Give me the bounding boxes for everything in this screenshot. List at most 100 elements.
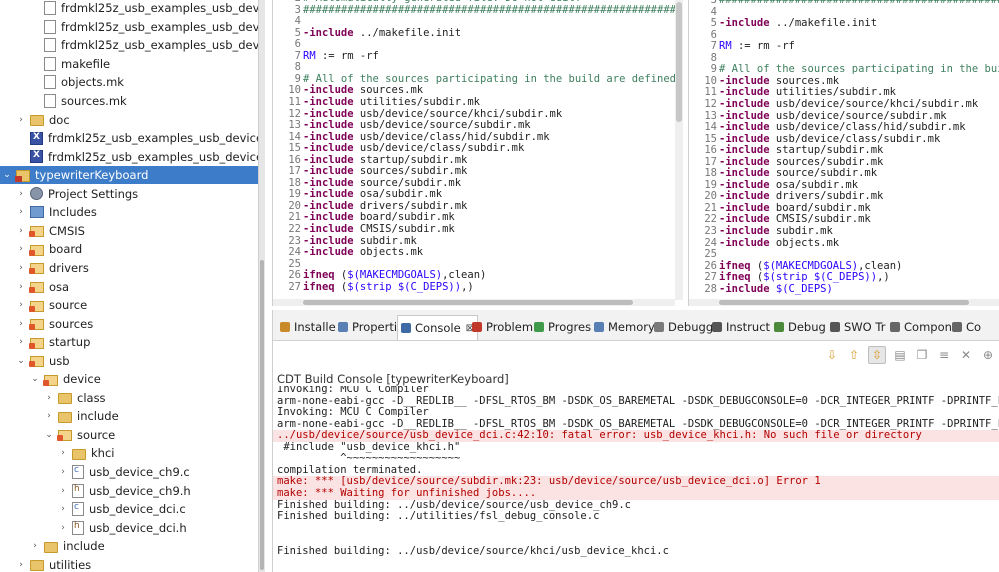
chevron-icon[interactable]: › — [58, 523, 68, 533]
tree-item[interactable]: › source — [0, 296, 258, 315]
tree-item[interactable]: ⌄ source — [0, 426, 258, 445]
tab-properti[interactable]: Properti — [335, 316, 400, 338]
editor-left-vertical-scrollbar[interactable] — [675, 0, 683, 300]
tree-item[interactable]: › sources — [0, 314, 258, 333]
tree-item[interactable]: › osa — [0, 277, 258, 296]
chevron-icon[interactable]: › — [16, 263, 26, 273]
chevron-icon[interactable]: › — [16, 226, 26, 236]
tree-item[interactable]: › doc — [0, 110, 258, 129]
clear-console-icon[interactable]: ▤ — [892, 347, 908, 363]
code-token: utilities/subdir.mk — [353, 95, 481, 108]
tree-item[interactable]: › usb_device_ch9.h — [0, 481, 258, 500]
tree-item[interactable]: frdmkl25z_usb_examples_usb_device_compo — [0, 129, 258, 148]
tab-installe[interactable]: Installe — [277, 316, 339, 338]
code-token: -include — [303, 211, 354, 224]
tree-item[interactable]: frdmkl25z_usb_examples_usb_device_compo — [0, 147, 258, 166]
code-token: -include — [719, 86, 770, 99]
chevron-icon[interactable]: › — [44, 411, 54, 421]
tree-item[interactable]: › class — [0, 389, 258, 408]
tree-item[interactable]: › utilities — [0, 556, 258, 572]
chevron-icon[interactable]: ⌄ — [16, 356, 26, 366]
chevron-icon[interactable]: ⌄ — [30, 374, 40, 384]
tree-scrollbar[interactable] — [258, 0, 265, 572]
tree-item[interactable]: ⌄ usb — [0, 351, 258, 370]
tree-item[interactable]: › Includes — [0, 203, 258, 222]
tree-item[interactable]: › startup — [0, 333, 258, 352]
chevron-icon[interactable]: › — [58, 504, 68, 514]
tree-item[interactable]: ⌄ typewriterKeyboard — [0, 165, 258, 185]
chevron-icon[interactable]: › — [16, 282, 26, 292]
tab-compon[interactable]: Compon — [887, 316, 955, 338]
tab-problem[interactable]: Problem — [469, 316, 536, 338]
pin-icon[interactable]: ⊕ — [980, 347, 996, 363]
tree-item[interactable]: › drivers — [0, 259, 258, 278]
tree-item[interactable]: objects.mk — [0, 73, 258, 92]
tree-item[interactable]: frdmkl25z_usb_examples_usb_device_com — [0, 0, 258, 18]
tree-item[interactable]: frdmkl25z_usb_examples_usb_device_com — [0, 18, 258, 37]
copy-icon[interactable]: ❐ — [914, 347, 930, 363]
chevron-icon[interactable]: › — [16, 319, 26, 329]
line-number: 14 — [704, 121, 717, 134]
word-wrap-icon[interactable]: ≡ — [936, 347, 952, 363]
code-line: 7 RM := rm -rf — [273, 50, 379, 63]
chevron-icon[interactable]: ⌄ — [44, 430, 54, 440]
code-line: 24 -include objects.mk — [273, 246, 423, 259]
tab-console[interactable]: Console ⊠ — [397, 315, 479, 340]
chevron-icon[interactable]: › — [58, 448, 68, 458]
scroll-up-icon[interactable]: ⇧ — [846, 347, 862, 363]
code-line: 27 ifneq ($(strip $(C_DEPS)),) — [273, 281, 473, 294]
chevron-icon[interactable]: › — [58, 467, 68, 477]
tree-scrollbar-thumb[interactable] — [260, 260, 264, 570]
code-token: osa/subdir.mk — [769, 178, 859, 191]
code-line: 25 — [689, 248, 719, 261]
editor-left-scroll-thumb[interactable] — [676, 2, 682, 122]
chevron-icon[interactable]: ⌄ — [2, 170, 12, 180]
editor-left-hscroll-thumb[interactable] — [303, 300, 633, 305]
tab-swo-tr[interactable]: SWO Tr — [827, 316, 888, 338]
chevron-icon[interactable]: › — [16, 115, 26, 125]
chevron-icon[interactable]: › — [16, 244, 26, 254]
tab-instruct[interactable]: Instruct — [709, 316, 773, 338]
chevron-icon[interactable]: › — [44, 393, 54, 403]
makefile-editor-right[interactable]: 3 #######################################… — [688, 0, 999, 306]
editor-right-horizontal-scrollbar[interactable] — [689, 299, 999, 306]
scroll-down-icon[interactable]: ⇩ — [824, 347, 840, 363]
remove-icon[interactable]: ✕ — [958, 347, 974, 363]
chevron-icon[interactable]: › — [58, 486, 68, 496]
tree-item[interactable]: › board — [0, 240, 258, 259]
tab-co[interactable]: Co — [949, 316, 984, 338]
tree-item[interactable]: › Project Settings — [0, 185, 258, 204]
bottom-views-panel: Installe Properti Console ⊠ Problem Progres Me… — [272, 310, 999, 572]
tab-progres[interactable]: Progres — [531, 316, 594, 338]
tree-item[interactable]: › CMSIS — [0, 222, 258, 241]
chevron-icon[interactable]: › — [16, 207, 26, 217]
tree-item[interactable]: › include — [0, 537, 258, 556]
code-token: objects.mk — [769, 236, 840, 249]
editor-left-horizontal-scrollbar[interactable] — [273, 299, 675, 306]
tree-item[interactable]: › usb_device_dci.h — [0, 518, 258, 537]
tree-item[interactable]: frdmkl25z_usb_examples_usb_device_com — [0, 36, 258, 55]
tab-memory[interactable]: Memory — [591, 316, 658, 338]
makefile-editor-left[interactable]: 2# Automatically-generated file. Do not … — [272, 0, 683, 306]
chevron-icon[interactable]: › — [16, 560, 26, 570]
tab-debugg[interactable]: Debugg — [651, 316, 716, 338]
tab-debug[interactable]: Debug — [771, 316, 829, 338]
tree-item[interactable]: › khci — [0, 444, 258, 463]
tree-item[interactable]: › usb_device_dci.c — [0, 500, 258, 519]
chevron-icon[interactable]: › — [30, 541, 40, 551]
console-icon — [401, 323, 411, 333]
editor-right-hscroll-thumb[interactable] — [719, 300, 969, 305]
includes-icon — [30, 206, 44, 219]
chevron-icon[interactable]: › — [16, 337, 26, 347]
progress-icon — [534, 322, 544, 332]
chevron-icon[interactable]: › — [16, 300, 26, 310]
tree-item[interactable]: › usb_device_ch9.c — [0, 463, 258, 482]
build-console-output[interactable]: Invoking: MCU C Compiler arm-none-eabi-gc… — [273, 386, 999, 572]
tree-item[interactable]: makefile — [0, 55, 258, 74]
tree-item[interactable]: sources.mk — [0, 92, 258, 111]
chevron-icon[interactable]: › — [16, 189, 26, 199]
tree-item[interactable]: › include — [0, 407, 258, 426]
code-token: $(MAKECMDGOALS) — [763, 259, 859, 272]
tree-item[interactable]: ⌄ device — [0, 370, 258, 389]
scroll-lock-icon[interactable]: ⇳ — [868, 346, 886, 364]
